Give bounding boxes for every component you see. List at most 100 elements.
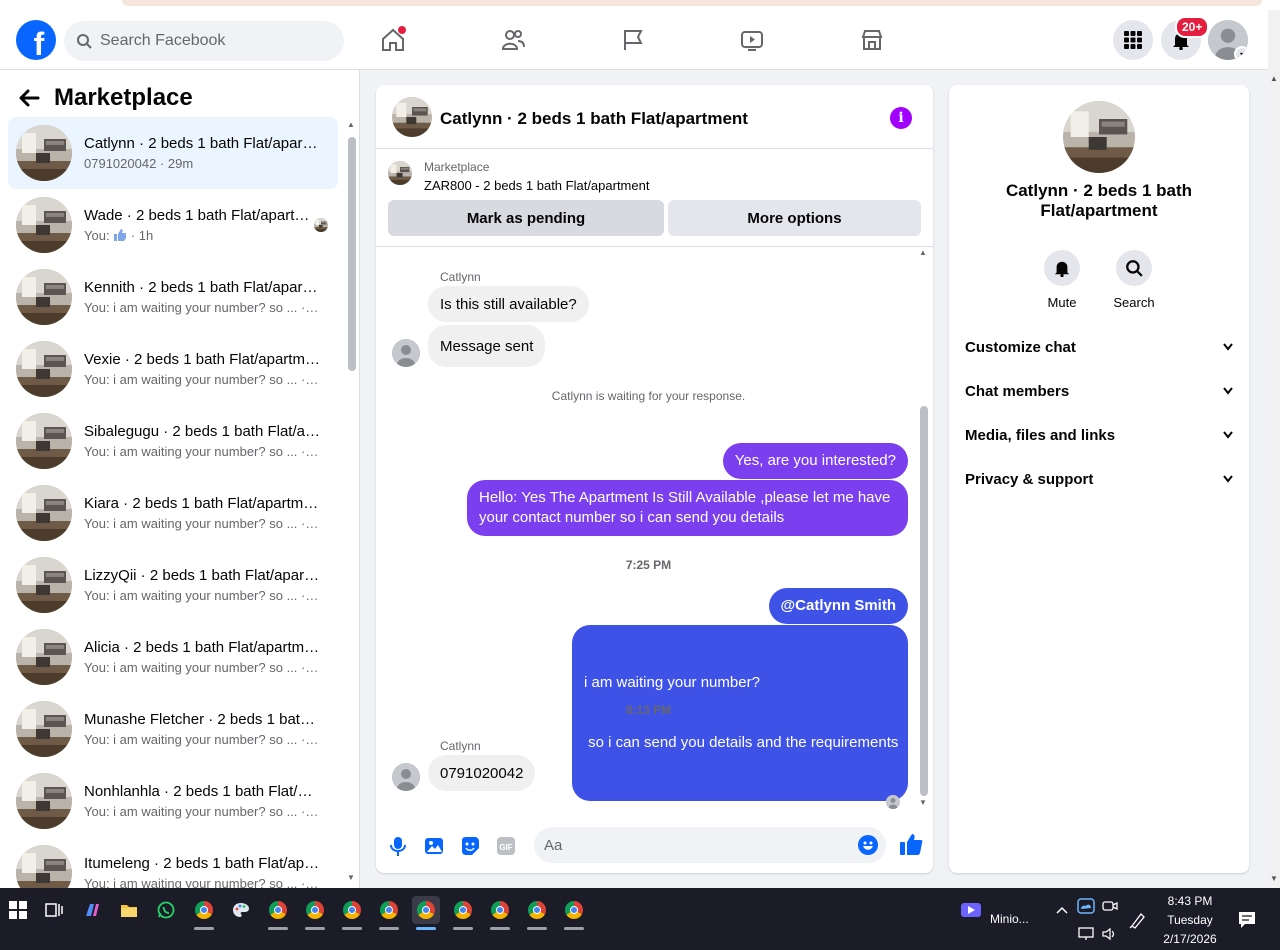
- outgoing-message[interactable]: Yes, are you interested?: [722, 443, 908, 479]
- search-input[interactable]: [100, 32, 320, 50]
- message-input[interactable]: [544, 836, 844, 854]
- account-avatar[interactable]: ▾: [1208, 20, 1248, 60]
- scrollbar-thumb[interactable]: [348, 137, 356, 371]
- chrome-window[interactable]: [375, 896, 403, 930]
- chat-window: Catlynn · 2 beds 1 bath Flat/apartment i…: [376, 85, 933, 873]
- home-tab[interactable]: [373, 20, 413, 60]
- chrome-window-active[interactable]: [412, 896, 440, 930]
- mark-as-pending-button[interactable]: Mark as pending: [388, 200, 664, 236]
- chrome-window[interactable]: [486, 896, 514, 930]
- conversation-item[interactable]: Nonhlanhla · 2 beds 1 bath Flat/apartmen…: [8, 765, 338, 837]
- search-in-chat-button[interactable]: Search: [1104, 250, 1164, 310]
- incoming-message[interactable]: Message sent: [428, 325, 546, 367]
- volume-tray[interactable]: [1096, 920, 1124, 948]
- back-arrow-icon[interactable]: [18, 88, 40, 108]
- message-input-box[interactable]: [534, 827, 886, 863]
- notification-center-button[interactable]: [1233, 906, 1261, 934]
- marketplace-tab[interactable]: [852, 20, 892, 60]
- sender-avatar[interactable]: [392, 763, 420, 791]
- listing-banner: Marketplace ZAR800 - 2 beds 1 bath Flat/…: [376, 149, 933, 247]
- scroll-up-arrow[interactable]: ▲: [347, 120, 355, 129]
- listing-thumbnail: [16, 557, 72, 613]
- chrome-window[interactable]: [523, 896, 551, 930]
- media-player-label[interactable]: Minio...: [990, 912, 1029, 926]
- search-bar[interactable]: [64, 21, 344, 61]
- conversation-item[interactable]: Kiara · 2 beds 1 bath Flat/apartment You:…: [8, 477, 338, 549]
- microphone-icon[interactable]: [387, 835, 409, 857]
- conversation-item[interactable]: Itumeleng · 2 beds 1 bath Flat/apartment…: [8, 837, 338, 888]
- photo-icon[interactable]: [423, 835, 445, 857]
- chevron-down-icon[interactable]: ▾: [1234, 46, 1248, 60]
- info-icon[interactable]: i: [890, 107, 912, 129]
- incoming-message[interactable]: Is this still available?: [428, 286, 589, 322]
- sidebar-scrollbar[interactable]: ▲ ▼: [347, 120, 357, 882]
- start-button[interactable]: [4, 896, 32, 924]
- conversation-item[interactable]: Sibalegugu · 2 beds 1 bath Flat/apartmen…: [8, 405, 338, 477]
- pages-tab[interactable]: [613, 20, 653, 60]
- listing-title[interactable]: ZAR800 - 2 beds 1 bath Flat/apartment: [424, 178, 649, 193]
- chrome-window[interactable]: [338, 896, 366, 930]
- conversation-name: Nonhlanhla · 2 beds 1 bath Flat/apartmen…: [84, 782, 320, 800]
- mute-button[interactable]: Mute: [1032, 250, 1092, 310]
- folder-icon: [121, 905, 137, 917]
- sender-avatar[interactable]: [392, 339, 420, 367]
- conversation-item[interactable]: Vexie · 2 beds 1 bath Flat/apartment You:…: [8, 333, 338, 405]
- video-tab[interactable]: [732, 20, 772, 60]
- conversation-item[interactable]: Kennith · 2 beds 1 bath Flat/apartment Yo…: [8, 261, 338, 333]
- pen-tray[interactable]: [1124, 906, 1152, 934]
- privacy-support-section[interactable]: Privacy & support: [965, 467, 1233, 491]
- conversation-item[interactable]: LizzyQii · 2 beds 1 bath Flat/apartment Y…: [8, 549, 338, 621]
- chevron-down-icon: [1223, 475, 1233, 483]
- conversation-item[interactable]: Catlynn · 2 beds 1 bath Flat/apartment 07…: [8, 117, 338, 189]
- conversation-item[interactable]: Munashe Fletcher · 2 beds 1 bath Flat/ap…: [8, 693, 338, 765]
- more-options-button[interactable]: More options: [668, 200, 921, 236]
- section-label: Privacy & support: [965, 470, 1094, 488]
- chrome-window[interactable]: [264, 896, 292, 930]
- chrome-window[interactable]: [449, 896, 477, 930]
- conversation-preview: You: · 1h: [84, 227, 154, 243]
- chat-avatar[interactable]: [392, 97, 432, 137]
- scrollbar-thumb[interactable]: [920, 406, 928, 796]
- conversation-item[interactable]: Wade · 2 beds 1 bath Flat/apartment You:…: [8, 189, 338, 261]
- media-files-links-section[interactable]: Media, files and links: [965, 423, 1233, 447]
- outgoing-message[interactable]: Hello: Yes The Apartment Is Still Availa…: [467, 480, 908, 536]
- like-icon[interactable]: [899, 833, 923, 857]
- copilot-button[interactable]: [78, 896, 106, 924]
- chrome-window[interactable]: [301, 896, 329, 930]
- listing-thumbnail[interactable]: [388, 161, 412, 185]
- chrome-window[interactable]: [190, 896, 218, 930]
- chat-members-section[interactable]: Chat members: [965, 379, 1233, 403]
- paint-button[interactable]: [227, 896, 255, 924]
- notifications-badge: 20+: [1175, 16, 1210, 38]
- meet-tray[interactable]: [1096, 892, 1124, 920]
- clock-day[interactable]: Tuesday: [1150, 913, 1230, 927]
- chrome-window[interactable]: [560, 896, 588, 930]
- whatsapp-button[interactable]: [152, 896, 180, 924]
- listing-avatar[interactable]: [1063, 101, 1135, 173]
- task-view-button[interactable]: [40, 896, 68, 924]
- notifications-button[interactable]: 20+: [1161, 16, 1210, 60]
- chat-scrollbar[interactable]: ▲ ▼: [919, 248, 929, 811]
- customize-chat-section[interactable]: Customize chat: [965, 335, 1233, 359]
- window-scrollbar[interactable]: ▲ ▼: [1268, 10, 1280, 888]
- scroll-down-arrow[interactable]: ▼: [919, 798, 927, 807]
- conversation-item[interactable]: Alicia · 2 beds 1 bath Flat/apartment You…: [8, 621, 338, 693]
- scroll-down-arrow[interactable]: ▼: [347, 873, 355, 882]
- clock-date[interactable]: 2/17/2026: [1150, 932, 1230, 946]
- friends-tab[interactable]: [493, 20, 533, 60]
- scroll-up-arrow[interactable]: ▲: [919, 248, 927, 257]
- bell-icon: [1054, 261, 1070, 277]
- emoji-icon[interactable]: [858, 835, 878, 855]
- clock-time[interactable]: 8:43 PM: [1150, 894, 1230, 908]
- outgoing-message[interactable]: @Catlynn Smith: [768, 588, 908, 624]
- file-explorer-button[interactable]: [115, 896, 143, 924]
- scroll-down-arrow[interactable]: ▼: [1270, 874, 1278, 883]
- media-player-widget[interactable]: [957, 896, 985, 924]
- incoming-message[interactable]: 0791020042: [428, 755, 536, 791]
- facebook-logo[interactable]: f: [16, 20, 56, 62]
- chat-title[interactable]: Catlynn · 2 beds 1 bath Flat/apartment: [440, 109, 748, 129]
- menu-button[interactable]: [1113, 20, 1153, 60]
- gif-icon[interactable]: GIF: [495, 835, 517, 857]
- sticker-icon[interactable]: [459, 835, 481, 857]
- scroll-up-arrow[interactable]: ▲: [1270, 74, 1278, 83]
